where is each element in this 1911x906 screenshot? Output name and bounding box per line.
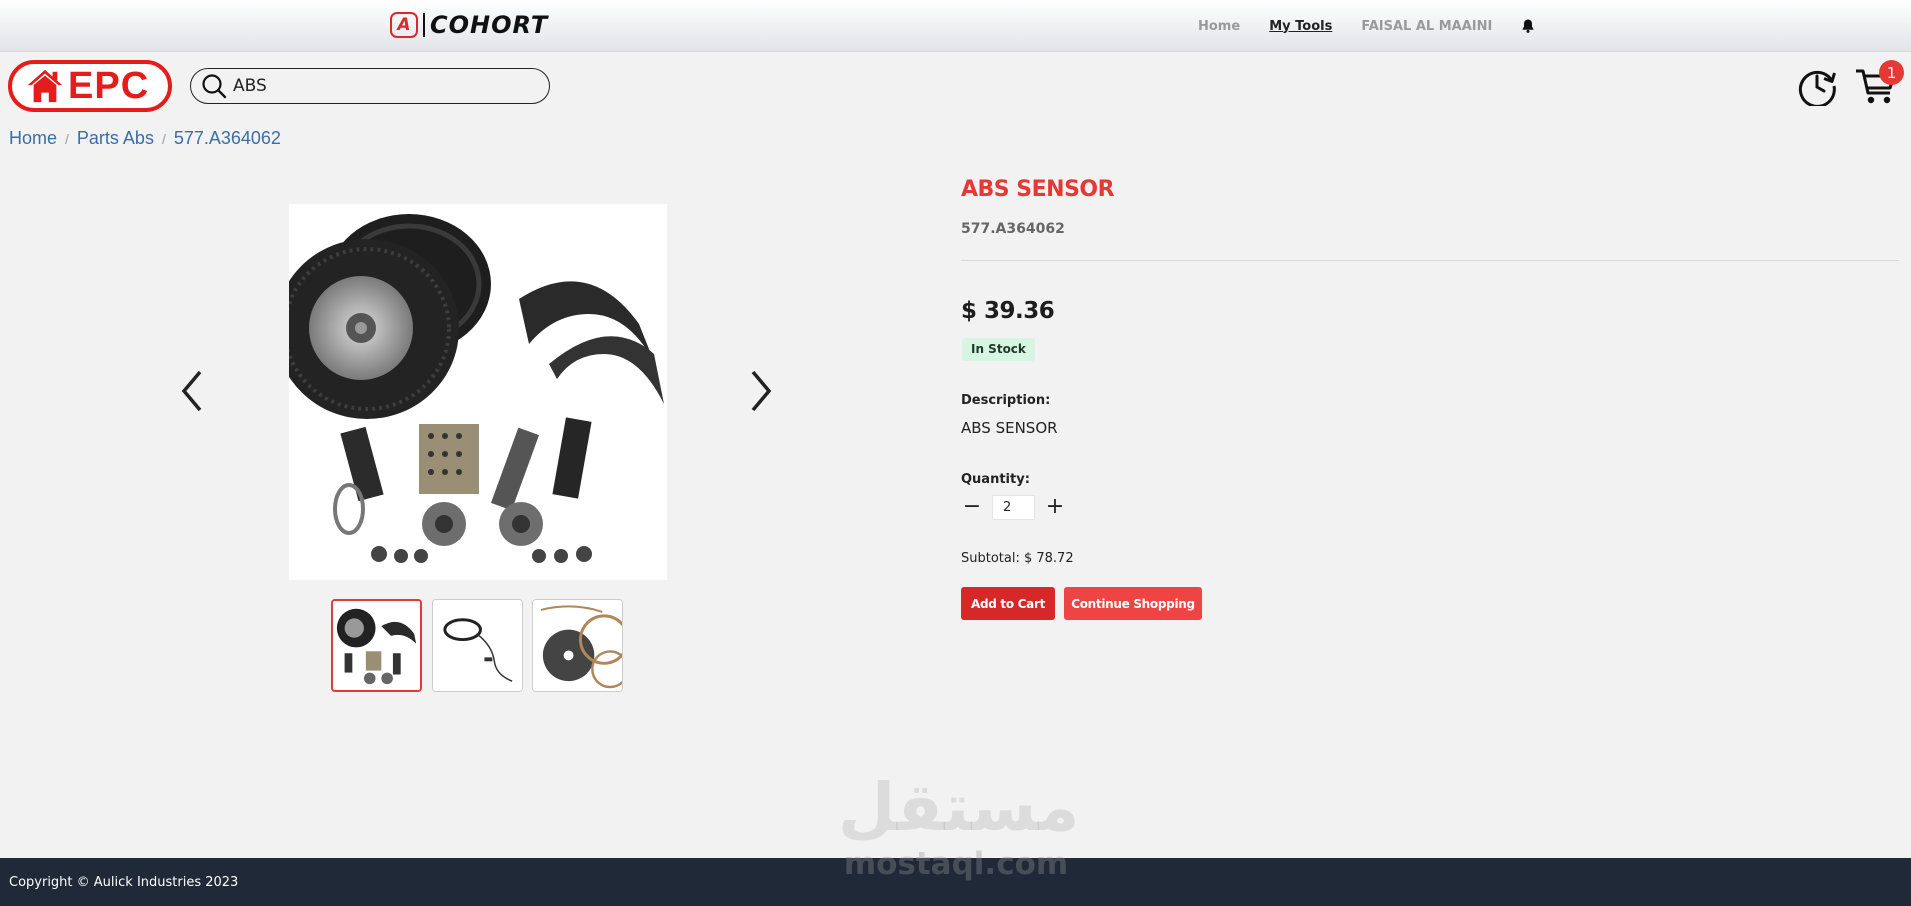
quantity-increase-button[interactable]: + (1044, 496, 1066, 518)
thumbnail-cable[interactable] (432, 599, 523, 692)
breadcrumb-home[interactable]: Home (9, 128, 57, 149)
epc-logo-text: EPC (68, 64, 150, 107)
cart-count-badge: 1 (1879, 60, 1904, 85)
quantity-decrease-button[interactable]: − (961, 496, 983, 518)
quantity-label: Quantity: (961, 472, 1030, 487)
home-icon (27, 69, 63, 103)
description-text: ABS SENSOR (961, 419, 1058, 437)
add-to-cart-button[interactable]: Add to Cart (961, 587, 1055, 620)
stock-status-badge: In Stock (962, 338, 1035, 361)
next-image-arrow-icon[interactable] (745, 368, 775, 414)
quantity-input[interactable] (992, 495, 1035, 520)
breadcrumb-separator: / (65, 130, 69, 147)
continue-shopping-button[interactable]: Continue Shopping (1064, 587, 1202, 620)
watermark-latin: mostaql.com (843, 846, 1069, 882)
nav-my-tools-link[interactable]: My Tools (1269, 19, 1332, 34)
brand-name: COHORT (430, 11, 549, 39)
bell-icon[interactable] (1520, 18, 1536, 34)
product-title: ABS SENSOR (961, 177, 1115, 202)
search-bar[interactable] (190, 68, 550, 104)
breadcrumb-current[interactable]: 577.A364062 (174, 128, 281, 149)
history-icon[interactable] (1797, 66, 1837, 106)
previous-image-arrow-icon[interactable] (178, 368, 208, 414)
copyright-text: Copyright © Aulick Industries 2023 (9, 875, 239, 890)
epc-home-button[interactable]: EPC (8, 60, 172, 112)
search-icon (202, 74, 227, 99)
nav-home-link[interactable]: Home (1198, 19, 1240, 34)
product-sku: 577.A364062 (961, 221, 1065, 237)
top-bar: A COHORT Home My Tools FAISAL AL MAAINI (0, 0, 1911, 52)
product-price: $ 39.36 (961, 298, 1055, 324)
breadcrumb: Home / Parts Abs / 577.A364062 (9, 128, 281, 149)
subtotal-text: Subtotal: $ 78.72 (961, 551, 1074, 566)
watermark-arabic: مستقل (838, 769, 1080, 846)
main-product-image (275, 204, 667, 580)
top-nav: Home My Tools FAISAL AL MAAINI (1198, 15, 1536, 37)
search-input[interactable] (233, 76, 533, 96)
brand-separator (423, 13, 425, 37)
breadcrumb-separator: / (161, 130, 166, 147)
cohort-logo[interactable]: A COHORT (390, 11, 548, 39)
description-label: Description: (961, 393, 1051, 408)
brand-mark-icon: A (390, 12, 418, 38)
breadcrumb-parts-abs[interactable]: Parts Abs (77, 128, 154, 149)
thumbnail-trailer-kit[interactable] (331, 599, 422, 692)
divider (961, 260, 1899, 261)
thumbnail-brake-gasket[interactable] (532, 599, 623, 692)
nav-user-link[interactable]: FAISAL AL MAAINI (1361, 19, 1492, 34)
